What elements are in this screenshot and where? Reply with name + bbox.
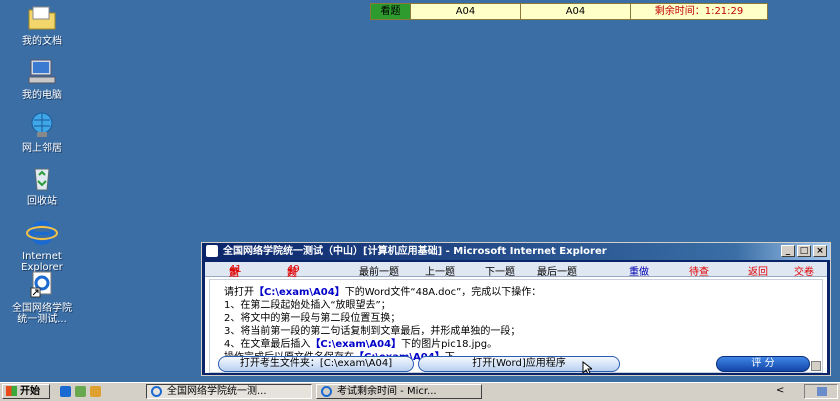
back-button[interactable]: 返回 — [748, 263, 768, 278]
quicklaunch-outlook-icon[interactable] — [90, 386, 101, 397]
ie-icon — [25, 218, 59, 248]
question-nav-bar: 第 41 题 共 49 题 最前一题 上一题 下一题 最后一题 重做 待查 返回 交卷 — [205, 262, 827, 279]
desktop-icon-my-documents[interactable]: 我的文档 — [4, 3, 80, 47]
review-later-button[interactable]: 待查 — [689, 263, 709, 278]
redo-button[interactable]: 重做 — [629, 263, 649, 278]
mouse-cursor-icon — [582, 360, 594, 373]
close-button[interactable]: × — [813, 245, 827, 257]
open-student-folder-button[interactable]: 打开考生文件夹：[C:\exam\A04] — [218, 356, 414, 372]
desktop-icon-network[interactable]: 网上邻居 — [4, 110, 80, 154]
taskbar-item-exam-window[interactable]: 全国网络学院统一测... — [146, 384, 312, 399]
desktop-icon-label: 我的文档 — [22, 36, 62, 47]
exam-status-bar: 看题 A04 A04 剩余时间：1:21:29 — [370, 3, 768, 20]
ie-small-icon — [151, 386, 162, 397]
view-question-badge[interactable]: 看题 — [371, 4, 411, 19]
ie-small-icon — [321, 386, 332, 397]
window-titlebar[interactable]: 全国网络学院统一测试（中山）[计算机应用基础] - Microsoft Inte… — [202, 243, 830, 260]
desktop-icon-exam-shortcut[interactable]: 全国网络学院 统一测试... — [4, 270, 80, 325]
ie-small-icon — [206, 245, 218, 257]
windows-logo-icon — [6, 386, 17, 396]
exam-browser-window: 全国网络学院统一测试（中山）[计算机应用基础] - Microsoft Inte… — [201, 242, 831, 376]
question-instructions-panel: 请打开【C:\exam\A04】下的Word文件“48A.doc”，完成以下操作… — [209, 279, 823, 373]
desktop-icon-label: 我的电脑 — [22, 90, 62, 101]
desktop-icon-recycle-bin[interactable]: 回收站 — [4, 163, 80, 207]
quicklaunch-desktop-icon[interactable] — [75, 386, 86, 397]
system-tray — [804, 384, 838, 399]
submit-exam-button[interactable]: 交卷 — [794, 263, 814, 278]
desktop-icon-my-computer[interactable]: 我的电脑 — [4, 57, 80, 101]
taskbar-item-label: 考试剩余时间 - Micr... — [337, 386, 437, 397]
folder-icon — [25, 3, 59, 33]
start-label: 开始 — [20, 386, 40, 397]
desktop-icon-internet-explorer[interactable]: Internet Explorer — [4, 218, 80, 273]
computer-icon — [25, 57, 59, 87]
window-title: 全国网络学院统一测试（中山）[计算机应用基础] - Microsoft Inte… — [223, 246, 607, 257]
taskbar-item-timer-window[interactable]: 考试剩余时间 - Micr... — [316, 384, 482, 399]
question-instructions: 请打开【C:\exam\A04】下的Word文件“48A.doc”，完成以下操作… — [224, 287, 542, 363]
exam-content: 第 41 题 共 49 题 最前一题 上一题 下一题 最后一题 重做 待查 返回 交卷 … — [205, 262, 827, 373]
desktop-icon-label: 网上邻居 — [22, 143, 62, 154]
prev-question-button[interactable]: 上一题 — [425, 263, 455, 278]
last-question-button[interactable]: 最后一题 — [537, 263, 577, 278]
minimize-button[interactable]: _ — [781, 245, 795, 257]
tray-expand-button[interactable]: < — [776, 385, 784, 396]
scroll-down-arrow[interactable] — [811, 361, 821, 371]
exam-id-cell: A04 — [411, 4, 521, 19]
first-question-button[interactable]: 最前一题 — [359, 263, 399, 278]
start-button[interactable]: 开始 — [2, 384, 50, 399]
network-icon — [25, 110, 59, 140]
score-button[interactable]: 评 分 — [716, 356, 810, 372]
exam-id-cell-2: A04 — [521, 4, 631, 19]
maximize-button[interactable]: □ — [797, 245, 811, 257]
quicklaunch-ie-icon[interactable] — [60, 386, 71, 397]
volume-icon[interactable] — [817, 387, 827, 396]
recycle-bin-icon — [25, 163, 59, 193]
shortcut-icon — [25, 270, 59, 300]
taskbar-item-label: 全国网络学院统一测... — [167, 386, 267, 397]
next-question-button[interactable]: 下一题 — [485, 263, 515, 278]
taskbar: 开始 全国网络学院统一测... 考试剩余时间 - Micr... < — [0, 382, 840, 401]
desktop-icon-label: 全国网络学院 统一测试... — [12, 303, 72, 325]
desktop-icon-label: 回收站 — [27, 196, 57, 207]
time-remaining: 剩余时间：1:21:29 — [654, 6, 744, 17]
